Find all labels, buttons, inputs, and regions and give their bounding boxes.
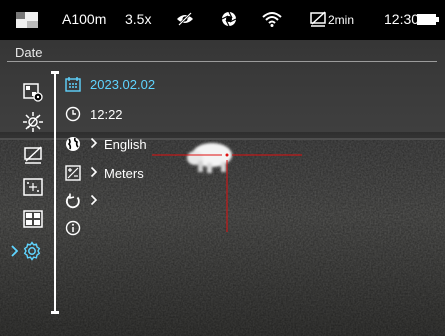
thermal-viewfinder: A100m 3.5x 2min 12:30 Date 2023.02.02 12… xyxy=(0,0,445,336)
crosshair-reticle xyxy=(152,153,302,232)
